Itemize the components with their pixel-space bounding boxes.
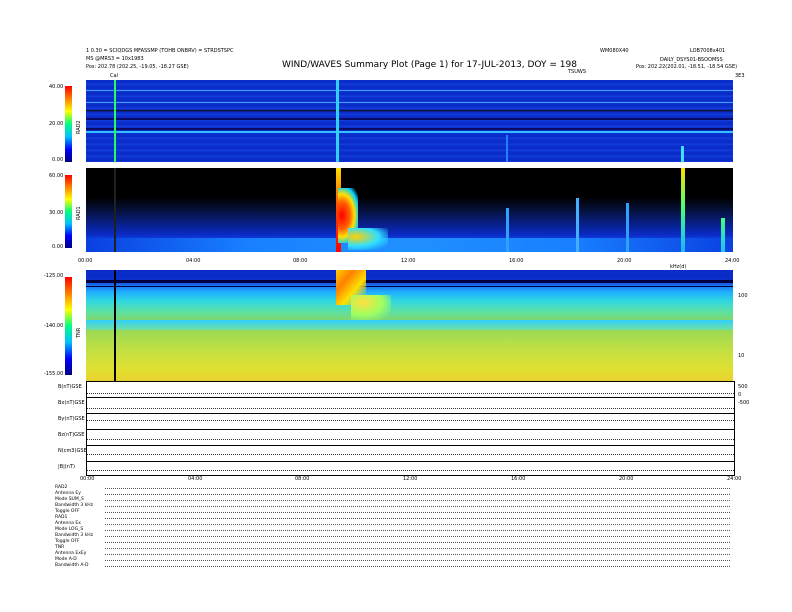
e3-label: 3E3 [735,73,745,79]
tnr-colorbar [65,277,72,375]
header-left-line-3: Pos: 202.78 (202.25, -19.05, -18.27 GSE) [86,64,189,70]
tnr-ytick-bot: -155.00 [44,371,64,377]
strip-label-3: By(nT)GSE [58,416,85,422]
param-12: Mode A-D [55,557,77,562]
tnr-spectrogram [86,270,733,381]
param-4: Toggle OFF [55,509,80,514]
tnr-ytick-mid: -140.00 [44,323,64,329]
header-right-line-2: DAILY_DSYS01-BSOOMSS [660,57,723,63]
strip-label-5: N(cm3)GSE [58,448,87,454]
rad1-ylabel: RAD1 [76,206,82,220]
param-7: Mode LOG_S [55,527,84,532]
rad2-spectrogram [86,80,733,162]
rad1-spectrogram [86,168,733,252]
xtick-1-3: 12:00 [401,258,416,264]
strip-right-tick-a: 500 [738,384,748,390]
strip-label-4: Bz(nT)GSE [58,432,85,438]
tnr-right-tick-10: 10 [738,353,745,359]
rad2-colorbar [65,86,72,162]
rad2-ylabel: RAD2 [76,120,82,134]
header-center-right: WM080X40 [600,48,629,54]
xtick-2-3: 12:00 [403,476,418,482]
strip-right-tick-c: -500 [738,400,750,406]
xtick-1-1: 04:00 [186,258,201,264]
xtick-1-0: 00:00 [78,258,93,264]
xtick-1-4: 16:00 [509,258,524,264]
xtick-1-2: 08:00 [293,258,308,264]
param-9: Toggle OFF [55,539,80,544]
strip-2 [86,397,735,414]
strip-1 [86,381,735,398]
tnr-ylabel: TNR [76,327,82,338]
xtick-1-5: 20:00 [617,258,632,264]
strip-3 [86,413,735,430]
param-13: Bandwidth A-D [55,563,89,568]
xtick-2-5: 20:00 [619,476,634,482]
rad1-colorbar [65,175,72,248]
header-left-line-2: MS @MRS3 = 10x1983 [86,56,144,62]
xtick-2-1: 04:00 [188,476,203,482]
strip-5 [86,445,735,462]
plot-title: WIND/WAVES Summary Plot (Page 1) for 17-… [282,60,577,70]
param-0: RAD2 [55,485,68,490]
param-5: RAD1 [55,515,68,520]
header-right-line-3: Pos: 202.22(202.01, -18.51, -18.54 GSE) [636,64,738,70]
tsuws-label: TSUWS [568,69,587,75]
header-left-line-1: 1 0.30 = SCIQDGS MFASSMP (TOHB ONBRV) = … [86,48,234,54]
rad1-ytick-top: 60.00 [49,173,64,179]
xtick-2-6: 24:00 [727,476,742,482]
cal-label: Cal [110,73,118,79]
xtick-2-4: 16:00 [511,476,526,482]
rad1-ytick-mid: 30.00 [49,210,64,216]
rad2-ytick-bot: 0.00 [52,157,64,163]
strip-6 [86,461,735,476]
param-2: Mode SUM_S [55,497,84,502]
xtick-2-0: 00:00 [80,476,95,482]
rad1-ytick-bot: 0.00 [52,244,64,250]
param-10: TNR [55,545,65,550]
param-11: Antenna ExEy [55,551,87,556]
strip-label-2: Bx(nT)GSE [58,400,85,406]
param-8: Bandwidth 3 kHz [55,533,94,538]
strip-label-1: B(nT)GSE [58,384,82,390]
header-right-line-1: LOB7008x401 [690,48,726,54]
strip-4 [86,429,735,446]
xtick-1-6: 24:00 [725,258,740,264]
rad2-ytick-top: 40.00 [49,84,64,90]
param-3: Bandwidth 3 kHz [55,503,94,508]
strip-right-tick-b: 0 [738,392,742,398]
tnr-right-tick-100: 100 [738,293,748,299]
tnr-ytick-top: -125.00 [44,273,64,279]
rad2-ytick-mid: 20.00 [49,121,64,127]
param-1: Antenna Ey [55,491,81,496]
param-6: Antenna Ex [55,521,81,526]
xtick-2-2: 08:00 [295,476,310,482]
strip-label-6: |B|(nT) [58,464,75,470]
